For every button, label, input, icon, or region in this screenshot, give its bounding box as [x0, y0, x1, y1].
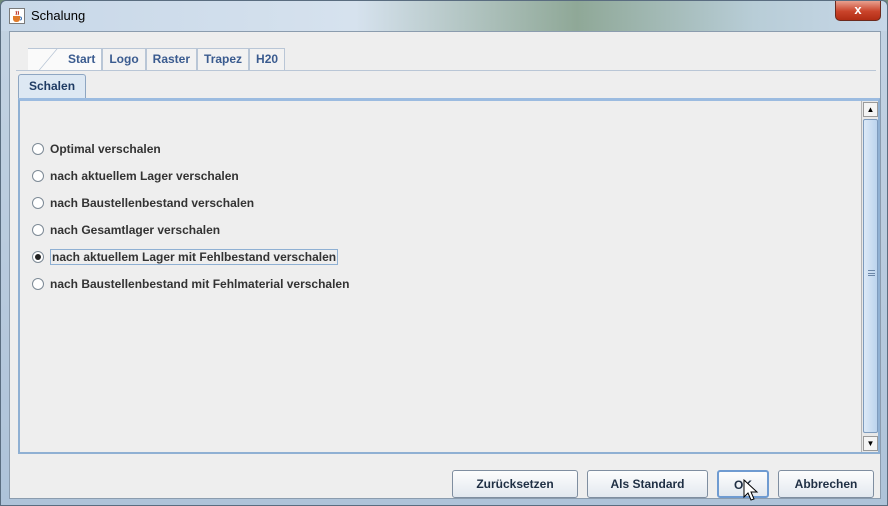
option-label: Optimal verschalen [50, 141, 161, 156]
option-list: Optimal verschalen nach aktuellem Lager … [32, 135, 349, 297]
tab-schalen[interactable]: Schalen [18, 74, 87, 98]
option-baustellenbestand[interactable]: nach Baustellenbestand verschalen [32, 189, 349, 216]
option-label: nach aktuellem Lager verschalen [50, 168, 239, 183]
option-gesamtlager[interactable]: nach Gesamtlager verschalen [32, 216, 349, 243]
option-label: nach Gesamtlager verschalen [50, 222, 221, 237]
radio-button[interactable] [32, 223, 44, 236]
button-bar: Zurücksetzen Als Standard OK Abbrechen [452, 470, 874, 498]
grip-icon [868, 270, 875, 276]
radio-button[interactable] [32, 277, 44, 290]
scroll-down-icon[interactable]: ▼ [863, 436, 878, 451]
option-label: nach Baustellenbestand mit Fehlmaterial … [50, 276, 350, 291]
schalen-panel: Optimal verschalen nach aktuellem Lager … [18, 98, 880, 454]
radio-button-selected[interactable] [32, 250, 44, 263]
cancel-button[interactable]: Abbrechen [778, 470, 874, 498]
set-default-button[interactable]: Als Standard [587, 470, 708, 498]
tab-trapez[interactable]: Trapez [197, 48, 250, 70]
option-label: nach Baustellenbestand verschalen [50, 195, 255, 210]
option-label: nach aktuellem Lager mit Fehlbestand ver… [50, 248, 339, 265]
option-aktuelles-lager[interactable]: nach aktuellem Lager verschalen [32, 162, 349, 189]
tab-start[interactable]: Start [28, 48, 103, 70]
option-lager-fehlbestand[interactable]: nach aktuellem Lager mit Fehlbestand ver… [32, 243, 349, 270]
option-baustelle-fehlmaterial[interactable]: nach Baustellenbestand mit Fehlmaterial … [32, 270, 349, 297]
mouse-cursor-icon [743, 479, 759, 501]
window-title: Schalung [31, 8, 86, 23]
radio-button[interactable] [32, 142, 44, 155]
title-bar[interactable]: Schalung x [1, 1, 887, 31]
outer-tab-bar: Start Logo Raster Trapez H20 [28, 48, 286, 70]
option-optimal[interactable]: Optimal verschalen [32, 135, 349, 162]
close-icon: x [854, 2, 862, 17]
tab-raster[interactable]: Raster [145, 48, 198, 70]
radio-button[interactable] [32, 169, 44, 182]
reset-button[interactable]: Zurücksetzen [452, 470, 578, 498]
tab-h20[interactable]: H20 [249, 48, 286, 70]
scrollbar-thumb[interactable] [863, 119, 878, 433]
close-button[interactable]: x [835, 1, 881, 21]
radio-button[interactable] [32, 196, 44, 209]
dialog-content: Start Logo Raster Trapez H20 Schalen Opt… [9, 31, 881, 499]
vertical-scrollbar[interactable]: ▲ ▼ [861, 101, 878, 452]
dialog-window: Schalung x Start Logo Raster Trapez H20 … [0, 0, 888, 506]
tab-logo[interactable]: Logo [102, 48, 146, 70]
java-cup-icon [9, 8, 25, 24]
scroll-up-icon[interactable]: ▲ [863, 102, 878, 117]
